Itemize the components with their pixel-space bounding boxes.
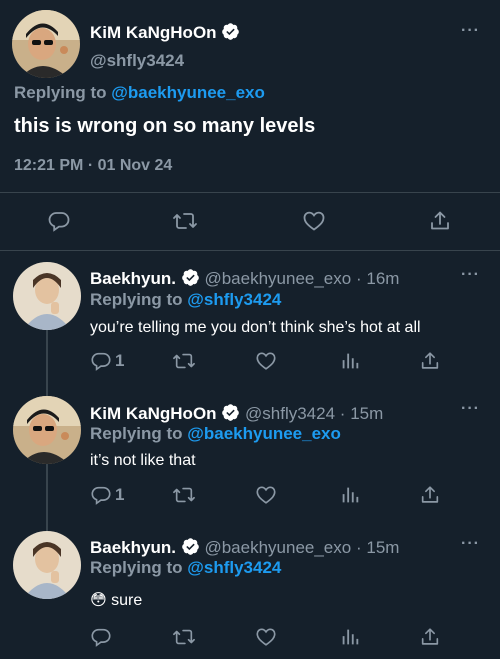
reply-count: 1 — [115, 485, 125, 504]
more-options-icon[interactable]: ··· — [461, 535, 480, 553]
reply-replying-to: Replying to @shfly3424 — [90, 290, 282, 309]
separator-dot: · — [339, 404, 346, 423]
flushed-face-emoji: 😳 — [90, 592, 107, 609]
retweet-button[interactable] — [172, 350, 196, 372]
replying-to-link[interactable]: @baekhyunee_exo — [111, 83, 265, 102]
analytics-button[interactable] — [339, 484, 361, 506]
avatar-baekhyun[interactable] — [13, 531, 81, 599]
divider — [0, 250, 500, 251]
share-button[interactable] — [419, 350, 441, 372]
like-button[interactable] — [255, 350, 277, 372]
retweet-icon — [173, 629, 195, 645]
reply-time[interactable]: 15m — [350, 404, 383, 423]
analytics-icon — [342, 353, 359, 369]
analytics-icon — [342, 629, 359, 645]
main-author-name[interactable]: KiM KaNgHoOn — [90, 22, 240, 46]
reply-icon — [91, 352, 111, 371]
reply-time[interactable]: 15m — [366, 538, 399, 557]
verified-badge-icon — [181, 268, 200, 292]
reply-icon — [91, 628, 111, 647]
retweet-icon — [173, 487, 195, 503]
reply-time[interactable]: 16m — [366, 269, 399, 288]
like-icon — [256, 352, 276, 370]
reply-count: 1 — [115, 351, 125, 370]
main-replying-to: Replying to @baekhyunee_exo — [14, 83, 265, 102]
reply-icon — [48, 212, 70, 232]
analytics-button[interactable] — [339, 626, 361, 648]
share-icon — [421, 628, 439, 645]
reply-icon — [91, 486, 111, 505]
thread-connector — [46, 463, 48, 531]
reply-author-name[interactable]: Baekhyun. — [90, 538, 176, 557]
avatar-kimkanghoon[interactable] — [12, 10, 80, 78]
retweet-icon — [173, 353, 195, 369]
like-button[interactable] — [255, 484, 277, 506]
replying-to-link[interactable]: @shfly3424 — [187, 290, 281, 309]
retweet-icon — [173, 213, 197, 229]
retweet-button[interactable] — [172, 626, 196, 648]
replying-to-link[interactable]: @baekhyunee_exo — [187, 424, 341, 443]
main-tweet-text: this is wrong on so many levels — [14, 115, 316, 137]
like-button[interactable] — [255, 626, 277, 648]
share-button[interactable] — [419, 484, 441, 506]
reply-text: 😳 sure — [90, 592, 143, 609]
reply-author-name[interactable]: Baekhyun. — [90, 269, 176, 288]
share-icon — [431, 211, 449, 230]
reply-replying-to: Replying to @shfly3424 — [90, 558, 282, 577]
like-icon — [303, 211, 325, 231]
share-button[interactable] — [419, 626, 441, 648]
main-tweet-timestamp[interactable]: 12:21 PM · 01 Nov 24 — [14, 157, 172, 175]
reply-button[interactable] — [90, 626, 112, 648]
reply-author-name[interactable]: KiM KaNgHoOn — [90, 404, 217, 423]
avatar-kimkanghoon[interactable] — [13, 396, 81, 464]
reply-text: you’re telling me you don’t think she’s … — [90, 319, 421, 336]
more-options-icon[interactable]: ··· — [461, 400, 480, 418]
analytics-icon — [342, 487, 359, 503]
share-button[interactable] — [428, 209, 452, 233]
main-author-handle[interactable]: @shfly3424 — [90, 51, 184, 71]
like-icon — [256, 486, 276, 504]
analytics-button[interactable] — [339, 350, 361, 372]
share-icon — [421, 352, 439, 369]
retweet-button[interactable] — [172, 209, 198, 233]
divider — [0, 192, 500, 193]
separator-dot: · — [355, 269, 362, 288]
separator-dot: · — [355, 538, 362, 557]
reply-author-handle[interactable]: @baekhyunee_exo — [204, 269, 351, 288]
reply-button[interactable]: 1 — [90, 484, 124, 506]
reply-button[interactable]: 1 — [90, 350, 124, 372]
reply-text: it’s not like that — [90, 452, 196, 469]
like-button[interactable] — [302, 209, 326, 233]
retweet-button[interactable] — [172, 484, 196, 506]
more-options-icon[interactable]: ··· — [461, 22, 480, 40]
verified-badge-icon — [221, 22, 240, 46]
share-icon — [421, 486, 439, 503]
reply-author-handle[interactable]: @shfly3424 — [245, 404, 335, 423]
reply-author-handle[interactable]: @baekhyunee_exo — [204, 538, 351, 557]
reply-button[interactable] — [47, 209, 71, 233]
reply-header: Baekhyun. @baekhyunee_exo · 16m — [90, 268, 399, 292]
reply-replying-to: Replying to @baekhyunee_exo — [90, 424, 341, 443]
thread-connector — [46, 330, 48, 396]
avatar-baekhyun[interactable] — [13, 262, 81, 330]
replying-to-link[interactable]: @shfly3424 — [187, 558, 281, 577]
like-icon — [256, 628, 276, 646]
more-options-icon[interactable]: ··· — [461, 266, 480, 284]
